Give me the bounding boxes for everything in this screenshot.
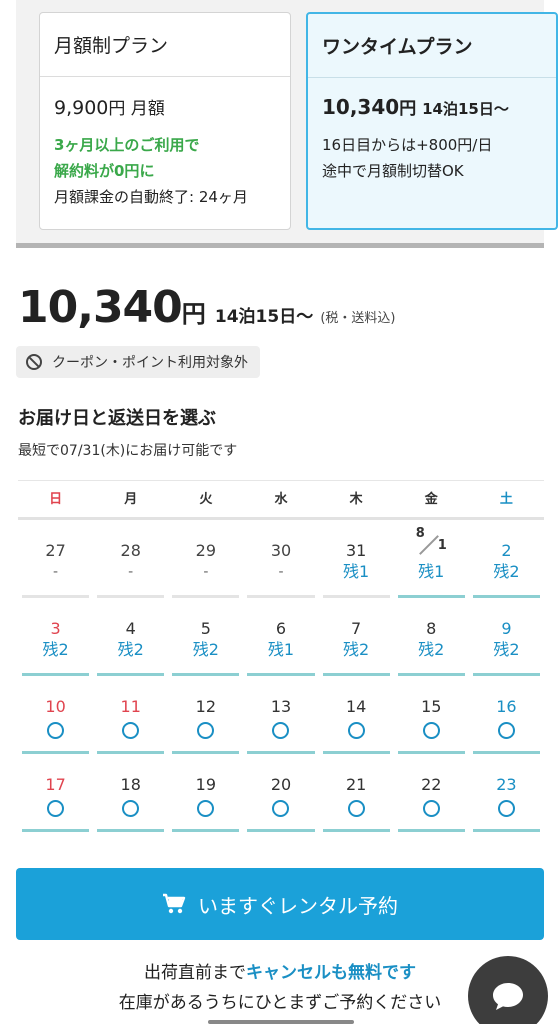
calendar-day: 30- bbox=[243, 520, 318, 598]
calendar-day[interactable]: 23 bbox=[469, 754, 544, 832]
calendar-day[interactable]: 9 残2 bbox=[469, 598, 544, 676]
stock-count: 残2 bbox=[418, 640, 445, 659]
available-circle-icon bbox=[422, 800, 440, 817]
available-circle-icon bbox=[497, 722, 515, 739]
price-yen: 円 bbox=[181, 300, 206, 328]
weekday-label: 金 bbox=[424, 492, 438, 507]
rent-now-button[interactable]: いますぐレンタル予約 bbox=[16, 868, 544, 940]
stock-count: 残2 bbox=[42, 640, 69, 659]
plan-price: 10,340円 14泊15日〜 bbox=[322, 95, 509, 119]
available-circle-icon bbox=[272, 800, 290, 817]
weekday-label: 水 bbox=[274, 492, 288, 507]
home-indicator bbox=[208, 1020, 354, 1024]
plan-title: 月額制プラン bbox=[40, 13, 290, 77]
calendar-week: 3 残2 4 残2 5 残2 6 残1 7 残2 8 残2 9 残2 bbox=[18, 598, 544, 676]
calendar-day[interactable]: 14 bbox=[319, 676, 394, 754]
weekday-label: 土 bbox=[499, 492, 513, 507]
calendar-day[interactable]: 10 bbox=[18, 676, 93, 754]
available-circle-icon bbox=[197, 800, 215, 817]
available-circle-icon bbox=[272, 722, 290, 739]
calendar-day: 29- bbox=[168, 520, 243, 598]
calendar: 日 月 火 水 木 金 土 27- 28- 29- 30- 31 残1 8 1 残… bbox=[18, 480, 544, 832]
stock-count: 残2 bbox=[117, 640, 144, 659]
stock-count: 残2 bbox=[343, 640, 370, 659]
plan-title: ワンタイムプラン bbox=[308, 14, 556, 78]
cart-icon bbox=[163, 893, 186, 914]
calendar-day[interactable]: 17 bbox=[18, 754, 93, 832]
calendar-day[interactable]: 13 bbox=[243, 676, 318, 754]
available-circle-icon bbox=[47, 722, 65, 739]
promo-text: 3ヶ月以上のご利用で bbox=[54, 136, 200, 154]
calendar-week: 17 18 19 20 21 22 23 bbox=[18, 754, 544, 832]
calendar-day[interactable]: 31 残1 bbox=[319, 520, 394, 598]
available-circle-icon bbox=[347, 800, 365, 817]
month-split-date: 8 1 bbox=[415, 526, 447, 555]
calendar-day[interactable]: 4 残2 bbox=[93, 598, 168, 676]
calendar-day[interactable]: 18 bbox=[93, 754, 168, 832]
chat-bubble-icon bbox=[493, 983, 523, 1010]
plan-note: 月額課金の自動終了: 24ヶ月 bbox=[54, 188, 248, 206]
calendar-day[interactable]: 7 残2 bbox=[319, 598, 394, 676]
calendar-day[interactable]: 22 bbox=[394, 754, 469, 832]
available-circle-icon bbox=[347, 722, 365, 739]
stock-count: 残1 bbox=[267, 640, 295, 659]
available-circle-icon bbox=[197, 722, 215, 739]
tax-note: (税・送料込) bbox=[320, 311, 396, 326]
weekday-label: 木 bbox=[349, 492, 363, 507]
available-circle-icon bbox=[122, 800, 140, 817]
section-subtitle: 最短で07/31(木)にお届け可能です bbox=[18, 443, 238, 459]
calendar-day[interactable]: 3 残2 bbox=[18, 598, 93, 676]
price-amount: 10,340 bbox=[18, 282, 183, 333]
calendar-week: 10 11 12 13 14 15 16 bbox=[18, 676, 544, 754]
weekday-label: 日 bbox=[49, 492, 63, 507]
stock-count: 残2 bbox=[192, 640, 219, 659]
price-period: 14泊15日〜 bbox=[214, 307, 314, 327]
calendar-week: 27- 28- 29- 30- 31 残1 8 1 残1 2 残2 bbox=[18, 520, 544, 598]
plan-price: 9,900円 月額 bbox=[54, 97, 165, 119]
calendar-day[interactable]: 20 bbox=[243, 754, 318, 832]
available-circle-icon bbox=[47, 800, 65, 817]
available-circle-icon bbox=[122, 722, 140, 739]
main-price: 10,340円 14泊15日〜 (税・送料込) bbox=[18, 282, 395, 333]
plan-note: 途中で月額制切替OK bbox=[322, 162, 464, 180]
calendar-day[interactable]: 8 1 残1 bbox=[394, 520, 469, 598]
calendar-day: 27- bbox=[18, 520, 93, 598]
stock-count: 残1 bbox=[343, 562, 370, 581]
coupon-notice: クーポン・ポイント利用対象外 bbox=[16, 346, 260, 378]
plan-note: 16日目からは+800円/日 bbox=[322, 136, 493, 154]
calendar-day[interactable]: 16 bbox=[469, 676, 544, 754]
stock-count: 残2 bbox=[493, 562, 520, 581]
weekday-label: 火 bbox=[199, 492, 213, 507]
plan-selector: 月額制プラン 9,900円 月額 3ヶ月以上のご利用で 解約料が0円に 月額課金… bbox=[16, 0, 558, 248]
coupon-notice-text: クーポン・ポイント利用対象外 bbox=[52, 355, 248, 371]
calendar-day: 28- bbox=[93, 520, 168, 598]
plan-card-onetime[interactable]: ワンタイムプラン 10,340円 14泊15日〜 16日目からは+800円/日 … bbox=[306, 12, 558, 230]
section-title: お届け日と返送日を選ぶ bbox=[18, 408, 216, 429]
calendar-day[interactable]: 5 残2 bbox=[168, 598, 243, 676]
calendar-day[interactable]: 15 bbox=[394, 676, 469, 754]
plan-card-monthly[interactable]: 月額制プラン 9,900円 月額 3ヶ月以上のご利用で 解約料が0円に 月額課金… bbox=[39, 12, 291, 230]
calendar-day[interactable]: 8 残2 bbox=[394, 598, 469, 676]
weekday-label: 月 bbox=[124, 492, 138, 507]
calendar-day[interactable]: 19 bbox=[168, 754, 243, 832]
calendar-weekday-header: 日 月 火 水 木 金 土 bbox=[18, 480, 544, 520]
calendar-day[interactable]: 12 bbox=[168, 676, 243, 754]
rent-now-label: いますぐレンタル予約 bbox=[198, 895, 398, 918]
available-circle-icon bbox=[497, 800, 515, 817]
available-circle-icon bbox=[422, 722, 440, 739]
promo-text: 解約料が0円に bbox=[54, 162, 155, 180]
prohibited-icon bbox=[26, 354, 42, 370]
calendar-day[interactable]: 2 残2 bbox=[469, 520, 544, 598]
calendar-day[interactable]: 21 bbox=[319, 754, 394, 832]
calendar-day[interactable]: 6 残1 bbox=[243, 598, 318, 676]
calendar-day[interactable]: 11 bbox=[93, 676, 168, 754]
stock-count: 残2 bbox=[493, 640, 520, 659]
